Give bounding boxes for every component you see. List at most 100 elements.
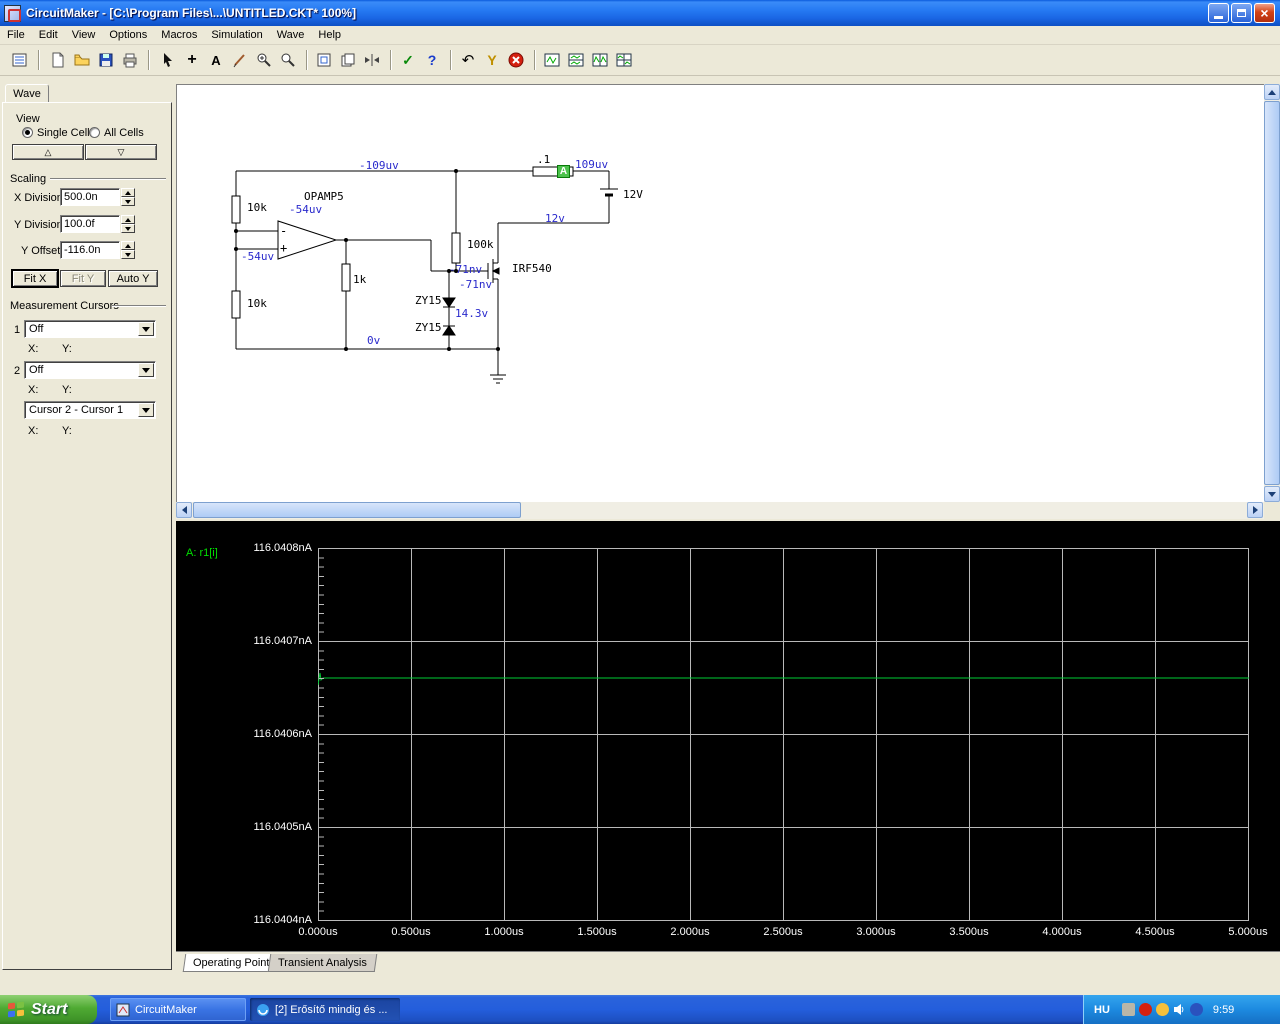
triangle-up-icon: △ <box>44 147 52 157</box>
wave-single-view-button[interactable] <box>540 48 564 72</box>
save-button[interactable] <box>94 48 118 72</box>
scroll-left-arrow[interactable] <box>176 502 192 518</box>
tray-icon-red-badge[interactable] <box>1138 1003 1152 1016</box>
stop-simulation-button[interactable] <box>504 48 528 72</box>
menu-file[interactable]: File <box>0 27 32 43</box>
auto-y-button[interactable]: Auto Y <box>108 270 158 287</box>
zoom-in-tool-button[interactable] <box>252 48 276 72</box>
net-label: 0v <box>367 334 381 347</box>
menu-bar: File Edit View Options Macros Simulation… <box>0 26 1280 45</box>
single-cell-radio[interactable] <box>22 127 33 138</box>
y-division-spinner[interactable] <box>121 215 135 233</box>
wave-split-vertical-button[interactable] <box>588 48 612 72</box>
x-division-spinner[interactable] <box>121 188 135 206</box>
toolbar-separator <box>390 50 392 70</box>
tray-icon-blue[interactable] <box>1189 1003 1203 1016</box>
magnifier-icon <box>281 53 295 67</box>
wave-quad-view-button[interactable] <box>612 48 636 72</box>
fit-window-button[interactable] <box>312 48 336 72</box>
zoom-tool-button[interactable] <box>276 48 300 72</box>
y-tick-label: 116.0405nA <box>253 821 312 833</box>
dropdown-button[interactable] <box>138 322 154 336</box>
tab-operating-point[interactable]: Operating Point <box>182 954 280 972</box>
waveform-panel[interactable]: A: r1[i] 116.0408nA 116.0407nA 116.0406n… <box>176 521 1280 951</box>
scroll-up-button[interactable]: △ <box>12 144 84 160</box>
fit-y-label: Fit Y <box>71 273 95 285</box>
probe-marker[interactable]: A <box>557 165 570 178</box>
chevron-down-icon <box>142 367 150 373</box>
toolbar-separator <box>534 50 536 70</box>
dropdown-button[interactable] <box>138 363 154 377</box>
probe-tool-button[interactable]: Y <box>480 48 504 72</box>
browse-button[interactable] <box>8 48 32 72</box>
pan-view-button[interactable] <box>360 48 384 72</box>
spin-up-button[interactable] <box>121 241 135 250</box>
spin-down-button[interactable] <box>121 197 135 206</box>
new-button[interactable] <box>46 48 70 72</box>
tab-wave[interactable]: Wave <box>5 84 49 103</box>
vscroll-thumb[interactable] <box>1264 101 1280 485</box>
cursor-diff-select[interactable]: Cursor 2 - Cursor 1 <box>24 401 156 419</box>
plot-area[interactable] <box>318 548 1249 921</box>
schematic-hscrollbar[interactable] <box>176 502 1264 519</box>
tray-icon-volume[interactable] <box>1173 1003 1186 1016</box>
close-button[interactable]: × <box>1254 3 1275 23</box>
tray-icon-gray[interactable] <box>1121 1003 1135 1016</box>
scroll-down-arrow[interactable] <box>1264 486 1280 502</box>
restore-button[interactable] <box>1231 3 1252 23</box>
menu-view[interactable]: View <box>65 27 103 43</box>
net-label: -71nv <box>459 278 493 291</box>
all-cells-radio[interactable] <box>89 127 100 138</box>
task-browser-document[interactable]: [2] Erősítő mindig és ... <box>250 998 400 1021</box>
y-division-input[interactable]: 100.0f <box>60 215 120 233</box>
menu-wave[interactable]: Wave <box>270 27 312 43</box>
language-indicator[interactable]: HU <box>1094 1004 1110 1016</box>
scroll-down-button[interactable]: ▽ <box>85 144 157 160</box>
undo-button[interactable]: ↶ <box>456 48 480 72</box>
tab-transient-analysis[interactable]: Transient Analysis <box>267 954 378 972</box>
scroll-up-arrow[interactable] <box>1264 84 1280 100</box>
fit-y-button[interactable]: Fit Y <box>60 270 106 287</box>
print-button[interactable] <box>118 48 142 72</box>
cursor2-select[interactable]: Off <box>24 361 156 379</box>
help-button[interactable]: ? <box>420 48 444 72</box>
task-circuitmaker[interactable]: CircuitMaker <box>110 998 246 1021</box>
schematic-vscrollbar[interactable] <box>1264 84 1280 502</box>
dropdown-button[interactable] <box>138 403 154 417</box>
spin-down-button[interactable] <box>121 250 135 259</box>
fit-x-label: Fit X <box>23 273 47 285</box>
clock[interactable]: 9:59 <box>1213 1004 1234 1016</box>
minimize-button[interactable] <box>1208 3 1229 23</box>
copy-view-button[interactable] <box>336 48 360 72</box>
cursor2-index: 2 <box>14 365 21 377</box>
hscroll-thumb[interactable] <box>193 502 521 518</box>
scroll-right-arrow[interactable] <box>1247 502 1263 518</box>
net-label: -54uv <box>289 203 323 216</box>
wire-tool-button[interactable]: + <box>180 48 204 72</box>
zener-label: ZY15 <box>415 294 442 307</box>
check-simulation-button[interactable]: ✓ <box>396 48 420 72</box>
spin-down-button[interactable] <box>121 224 135 233</box>
menu-simulation[interactable]: Simulation <box>204 27 269 43</box>
start-button[interactable]: Start <box>0 995 97 1024</box>
cursor1-select[interactable]: Off <box>24 320 156 338</box>
tray-icon-yellow[interactable] <box>1155 1003 1169 1016</box>
spin-up-button[interactable] <box>121 188 135 197</box>
wave-split-horizontal-button[interactable] <box>564 48 588 72</box>
schematic-canvas[interactable]: -109uv OPAMP5 -54uv -54uv - + 10k 10k 1k… <box>176 84 1264 502</box>
menu-help[interactable]: Help <box>311 27 348 43</box>
menu-edit[interactable]: Edit <box>32 27 65 43</box>
delete-tool-button[interactable] <box>228 48 252 72</box>
menu-macros[interactable]: Macros <box>154 27 204 43</box>
view-group-label: View <box>16 113 40 125</box>
open-button[interactable] <box>70 48 94 72</box>
y-offset-input[interactable]: -116.0n <box>60 241 120 259</box>
y-offset-spinner[interactable] <box>121 241 135 259</box>
cursor2-x-label: X: <box>28 384 39 396</box>
spin-up-button[interactable] <box>121 215 135 224</box>
fit-x-button[interactable]: Fit X <box>12 270 58 287</box>
cursor-tool-button[interactable] <box>156 48 180 72</box>
menu-options[interactable]: Options <box>102 27 154 43</box>
text-tool-button[interactable]: A <box>204 48 228 72</box>
x-division-input[interactable]: 500.0n <box>60 188 120 206</box>
